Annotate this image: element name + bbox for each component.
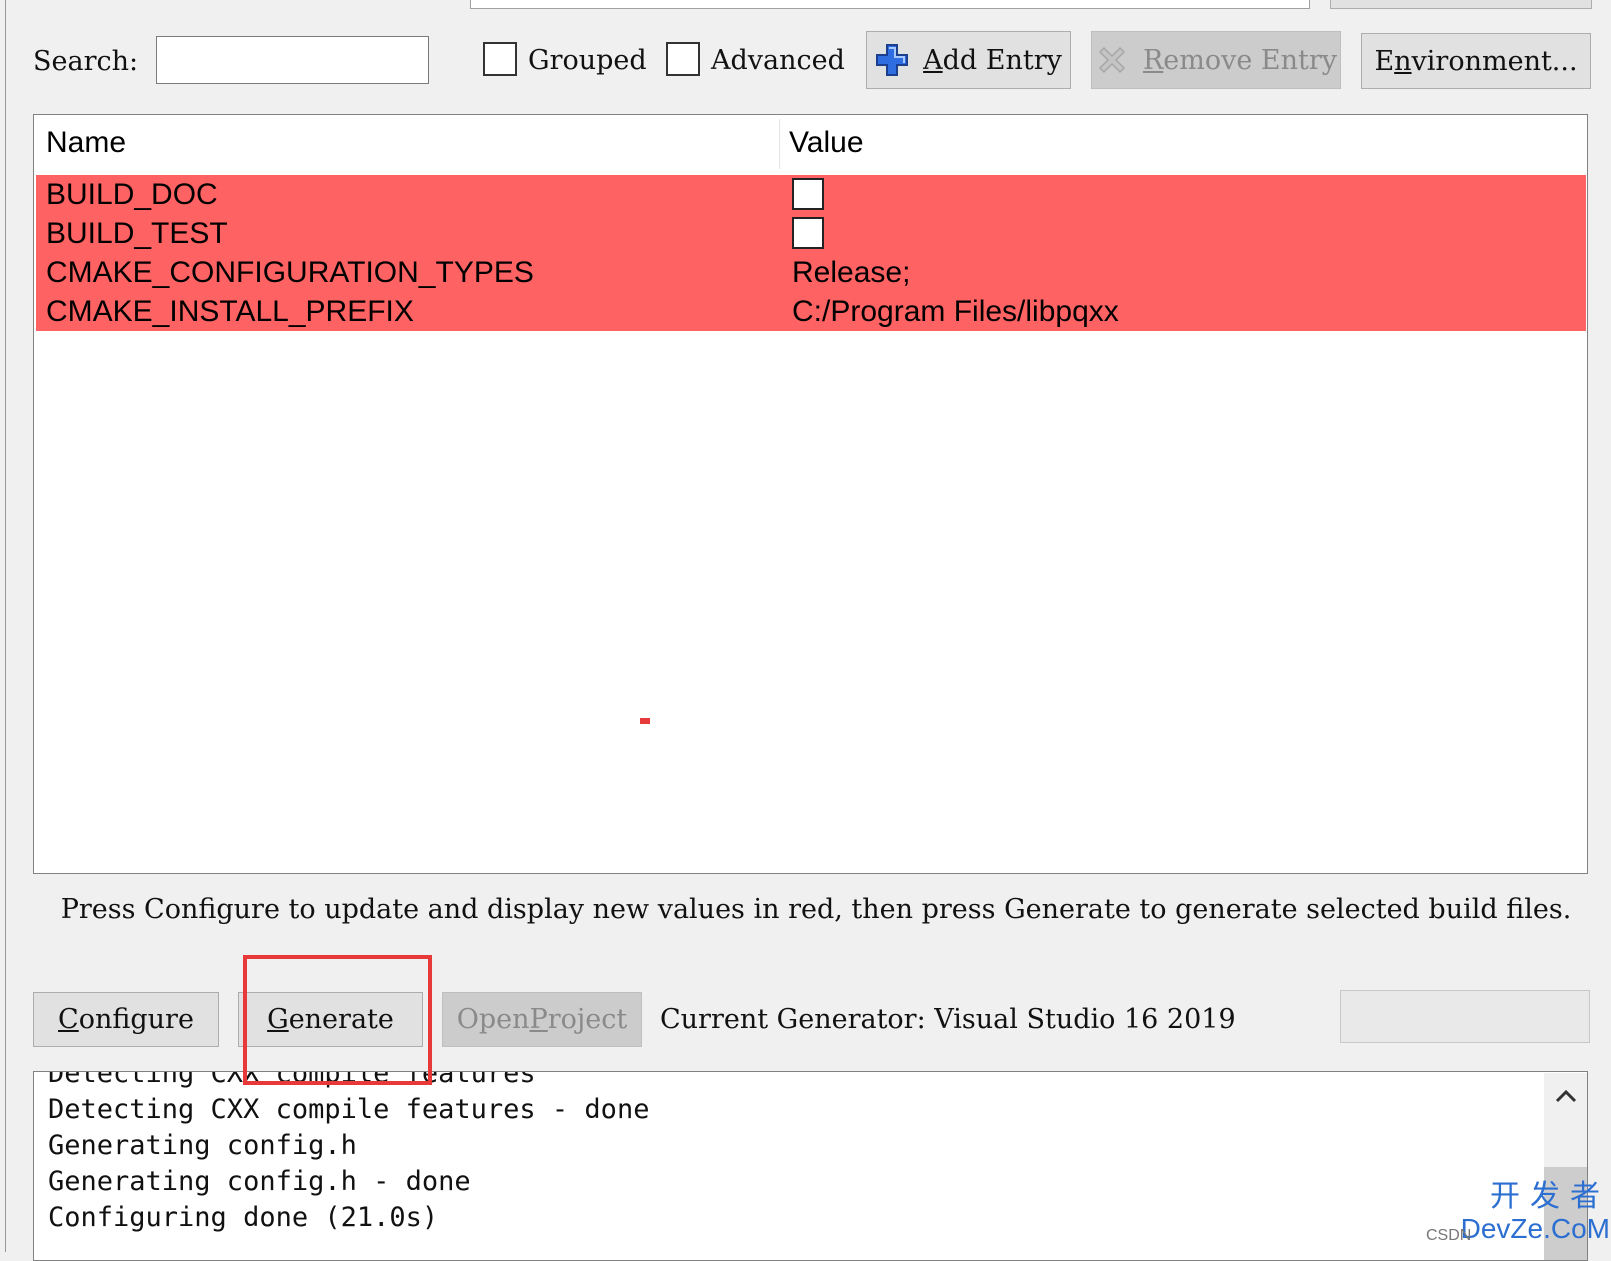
table-row[interactable]: CMAKE_INSTALL_PREFIX C:/Program Files/li… bbox=[36, 292, 1586, 331]
column-header-name[interactable]: Name bbox=[34, 115, 126, 171]
open-project-button[interactable]: Open Project bbox=[442, 992, 642, 1047]
table-row[interactable]: CMAKE_CONFIGURATION_TYPES Release; bbox=[36, 253, 1586, 292]
column-header-value[interactable]: Value bbox=[777, 115, 864, 171]
entry-value[interactable]: C:/Program Files/libpqxx bbox=[792, 292, 1119, 331]
browse-button[interactable] bbox=[1330, 0, 1592, 9]
remove-icon bbox=[1095, 43, 1129, 77]
table-row[interactable]: BUILD_DOC bbox=[36, 175, 1586, 214]
watermark-cn: 开发者 bbox=[1490, 1180, 1610, 1213]
plus-icon bbox=[875, 43, 909, 77]
entry-name: BUILD_DOC bbox=[46, 178, 218, 211]
entry-name: CMAKE_CONFIGURATION_TYPES bbox=[46, 256, 534, 289]
configure-button[interactable]: Configure bbox=[33, 992, 219, 1047]
search-input[interactable] bbox=[156, 36, 429, 84]
open-project-mnemonic: P bbox=[529, 1004, 548, 1035]
source-path-field[interactable] bbox=[470, 0, 1310, 9]
entry-value-checkbox[interactable] bbox=[792, 178, 824, 210]
search-label: Search: bbox=[33, 46, 139, 77]
environment-label: vironment... bbox=[1411, 45, 1578, 77]
environment-prefix: E bbox=[1374, 45, 1395, 77]
advanced-label: Advanced bbox=[711, 45, 845, 76]
remove-entry-mnemonic: R bbox=[1142, 44, 1164, 76]
entry-value[interactable]: Release; bbox=[792, 253, 910, 292]
configure-mnemonic: C bbox=[58, 1004, 79, 1035]
log-line: Generating config.h bbox=[48, 1130, 357, 1161]
environment-mnemonic: n bbox=[1394, 45, 1412, 77]
info-text: Press Configure to update and display ne… bbox=[60, 894, 1572, 925]
table-row[interactable]: BUILD_TEST bbox=[36, 214, 1586, 253]
watermark-en: DevZe.CoM bbox=[1460, 1213, 1610, 1244]
configure-label: onfigure bbox=[78, 1004, 194, 1035]
environment-button[interactable]: En vironment... bbox=[1361, 33, 1591, 89]
open-project-label: roject bbox=[547, 1004, 628, 1035]
output-log[interactable]: Detecting CXX compile features Detecting… bbox=[33, 1071, 1588, 1261]
advanced-checkbox[interactable] bbox=[666, 42, 700, 76]
entry-value-checkbox[interactable] bbox=[792, 217, 824, 249]
window-left-edge bbox=[0, 0, 6, 1252]
entry-name: CMAKE_INSTALL_PREFIX bbox=[46, 295, 414, 328]
watermark-csdn: CSDN bbox=[1426, 1227, 1472, 1244]
open-project-prefix: Open bbox=[456, 1004, 530, 1035]
remove-entry-button[interactable]: Remove Entry bbox=[1091, 31, 1341, 89]
watermark: 开发者 DevZe.CoM bbox=[1450, 1180, 1610, 1252]
add-entry-mnemonic: A bbox=[923, 44, 943, 76]
cache-table[interactable]: Name Value BUILD_DOC BUILD_TEST CMAKE_CO… bbox=[33, 114, 1588, 874]
current-generator-label: Current Generator: Visual Studio 16 2019 bbox=[660, 1004, 1236, 1035]
progress-bar bbox=[1340, 990, 1590, 1043]
cursor-marker bbox=[640, 718, 650, 724]
add-entry-button[interactable]: Add Entry bbox=[866, 31, 1071, 89]
log-line: Configuring done (21.0s) bbox=[48, 1202, 439, 1233]
entry-name: BUILD_TEST bbox=[46, 217, 228, 250]
grouped-checkbox[interactable] bbox=[483, 42, 517, 76]
log-line: Detecting CXX compile features - done bbox=[48, 1094, 650, 1125]
annotation-highlight-box bbox=[243, 955, 432, 1085]
remove-entry-label: emove Entry bbox=[1163, 44, 1338, 76]
add-entry-label: dd Entry bbox=[942, 44, 1062, 76]
scroll-up-arrow-icon[interactable] bbox=[1544, 1076, 1587, 1116]
grouped-label: Grouped bbox=[528, 45, 647, 76]
log-line: Generating config.h - done bbox=[48, 1166, 471, 1197]
